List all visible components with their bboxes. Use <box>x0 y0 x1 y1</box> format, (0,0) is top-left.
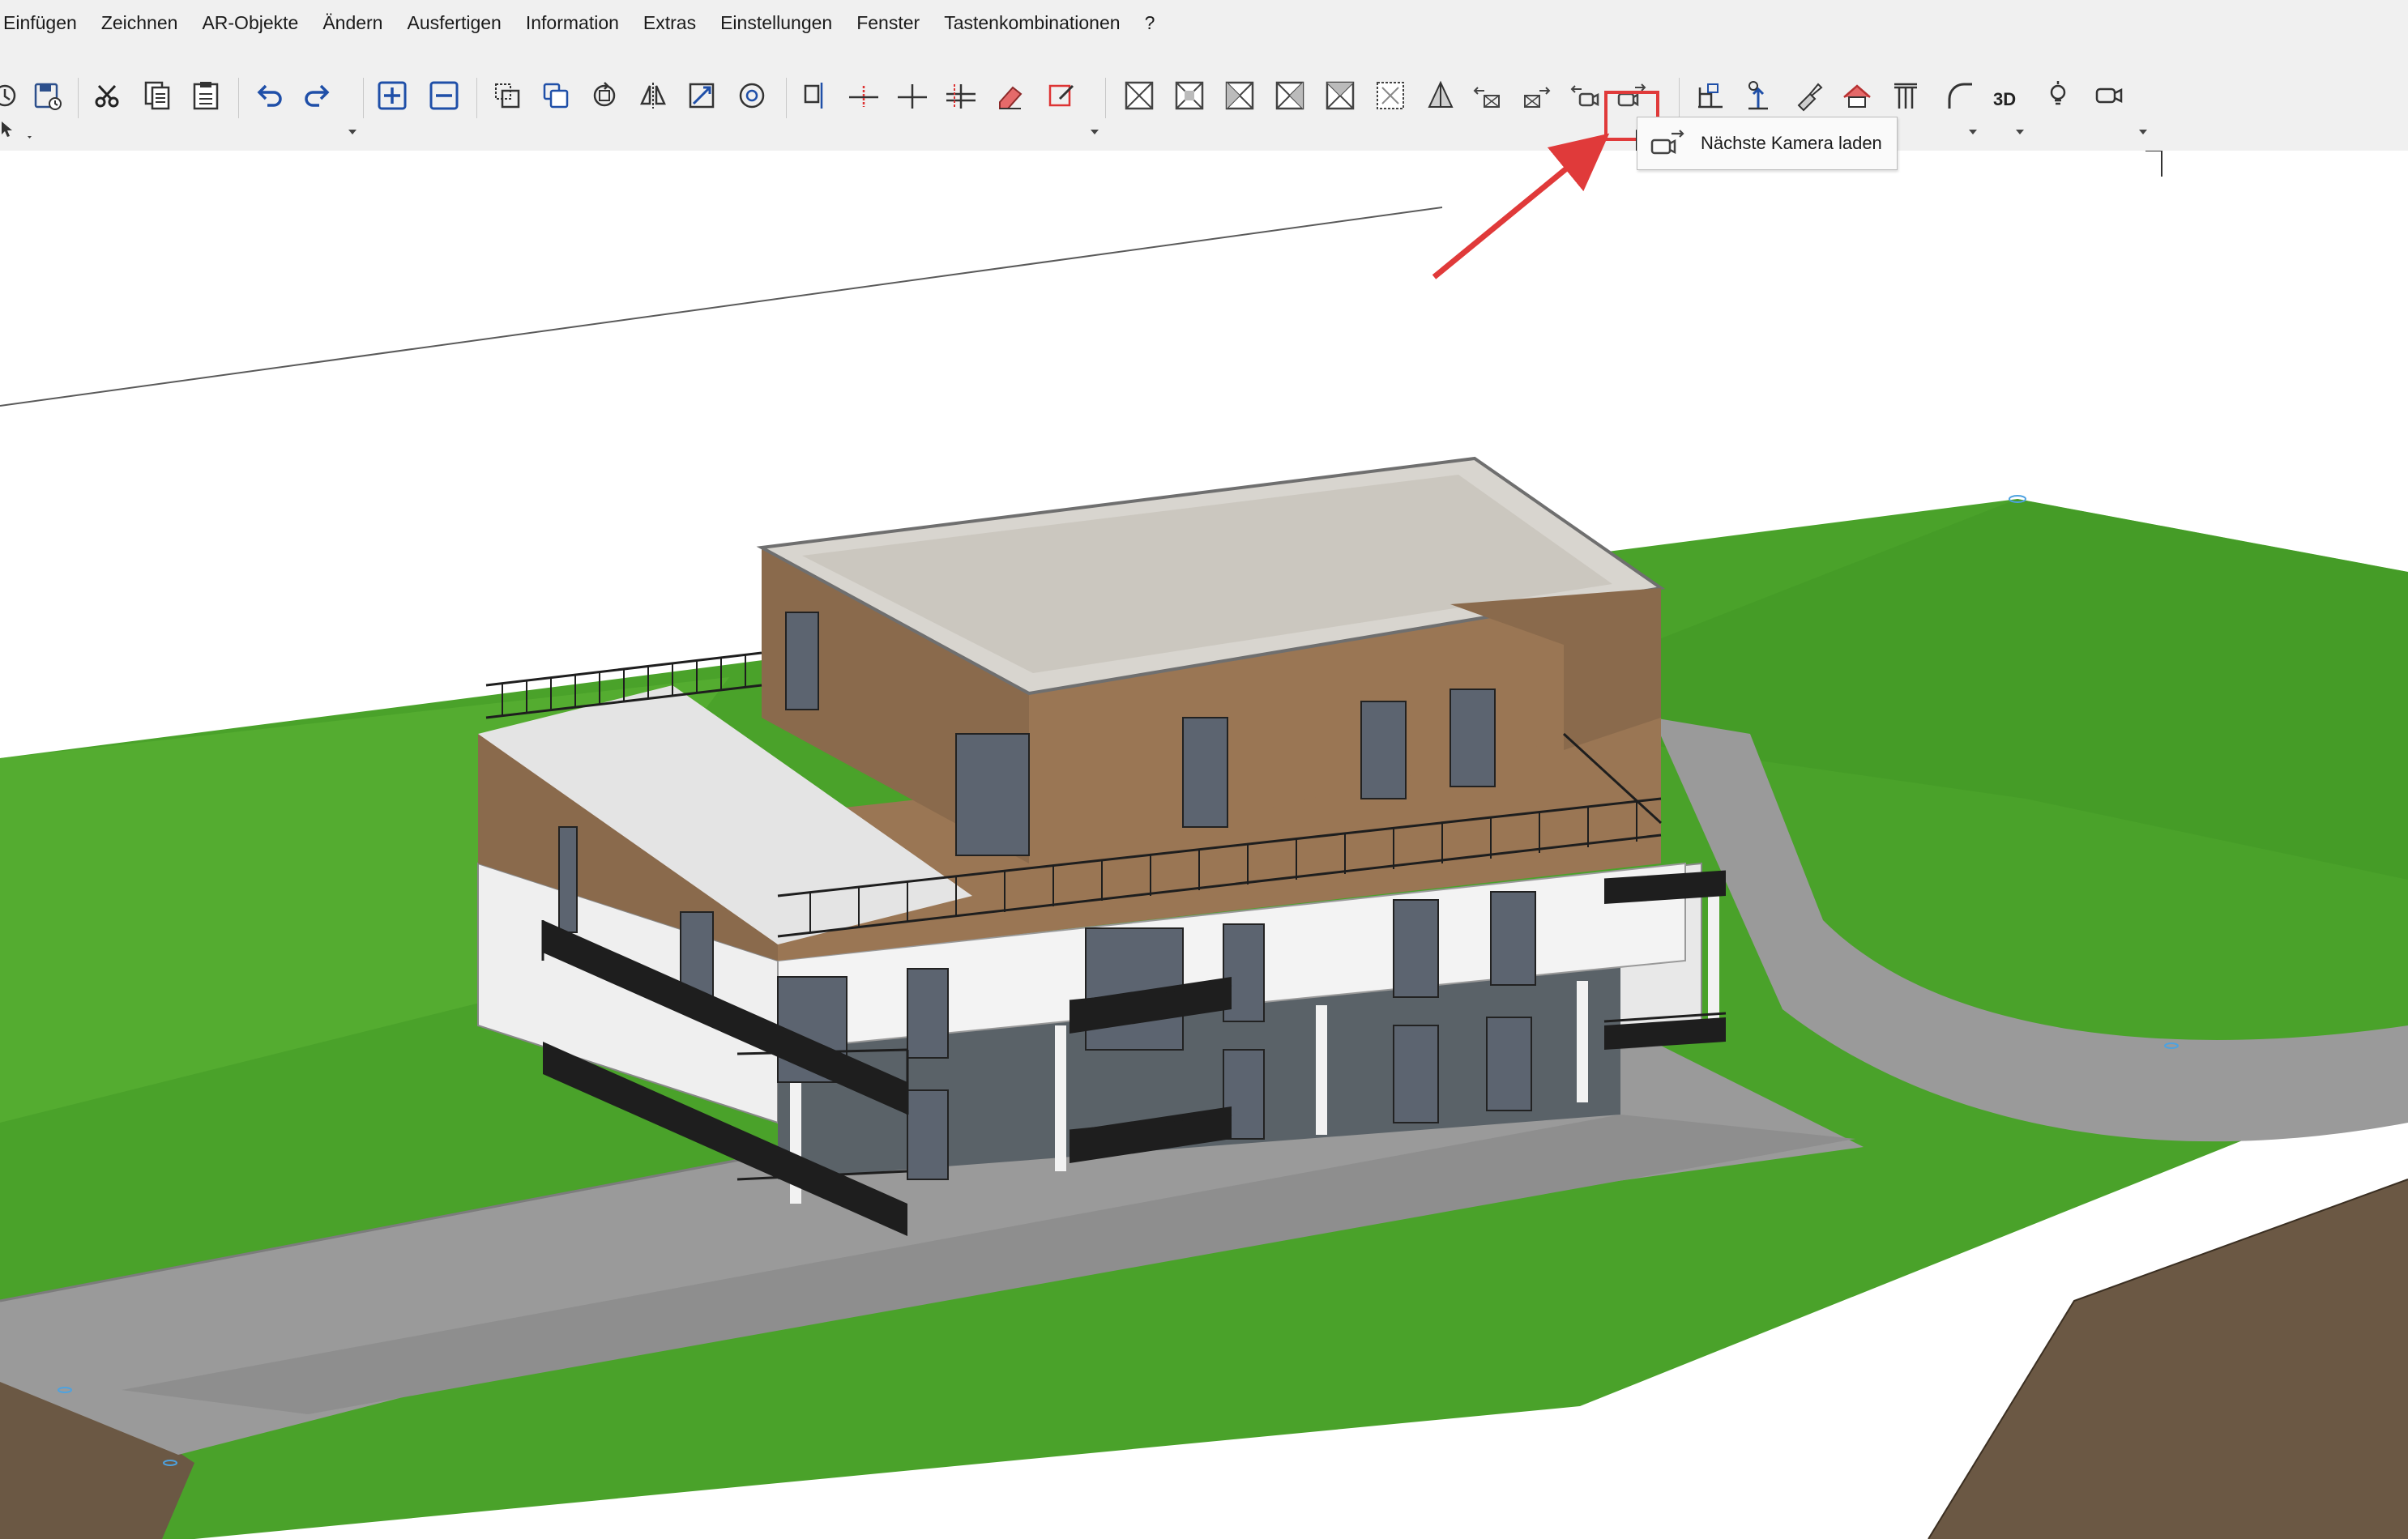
menu-ar-objekte[interactable]: AR-Objekte <box>190 12 310 34</box>
toolbar-separator <box>476 78 477 118</box>
height-icon[interactable] <box>1737 75 1779 117</box>
menu-einstellungen[interactable]: Einstellungen <box>708 12 844 34</box>
copy-elements-icon[interactable] <box>486 75 528 117</box>
toolbar-separator <box>238 78 239 118</box>
arc-icon[interactable] <box>1940 75 1982 117</box>
3d-icon[interactable]: 3D <box>1987 75 2029 117</box>
cut-icon[interactable] <box>86 75 128 117</box>
view-top-icon[interactable] <box>1319 75 1361 117</box>
align-icon[interactable] <box>794 75 836 117</box>
toolbar-separator <box>363 78 364 118</box>
eraser-icon[interactable] <box>988 75 1031 117</box>
toolbar-separator <box>1679 78 1680 118</box>
copy-icon[interactable] <box>136 75 178 117</box>
divide-icon[interactable] <box>940 75 982 117</box>
viewport-3d[interactable] <box>0 133 2408 1539</box>
mirror-icon[interactable] <box>632 75 674 117</box>
camera-next-icon <box>1650 130 1684 155</box>
3d-dropdown-icon[interactable] <box>2016 130 2024 134</box>
menu-information[interactable]: Information <box>514 12 631 34</box>
tooltip: Nächste Kamera laden <box>1637 117 1898 170</box>
menu-einfuegen[interactable]: Einfügen <box>0 12 89 34</box>
select-cursor-icon[interactable] <box>0 115 41 147</box>
video-dropdown-icon[interactable] <box>2139 130 2147 134</box>
save-icon[interactable] <box>26 75 68 117</box>
paste-icon[interactable] <box>185 75 227 117</box>
redo-icon[interactable] <box>297 75 339 117</box>
arc-dropdown-icon[interactable] <box>1969 130 1977 134</box>
menu-ausfertigen[interactable]: Ausfertigen <box>395 12 513 34</box>
toolbar-separator <box>1105 78 1106 118</box>
undo-icon[interactable] <box>248 75 290 117</box>
toolbar-separator <box>78 78 79 118</box>
elevation-icon[interactable] <box>1689 75 1731 117</box>
menu-bar: Einfügen Zeichnen AR-Objekte Ändern Ausf… <box>0 0 2408 45</box>
rotate-icon[interactable] <box>583 75 625 117</box>
distort-icon[interactable] <box>731 75 773 117</box>
history-icon[interactable] <box>0 75 26 117</box>
view-bottom-icon[interactable] <box>1369 75 1411 117</box>
menu-tastenkombinationen[interactable]: Tastenkombinationen <box>932 12 1132 34</box>
brush-icon[interactable] <box>1787 75 1829 117</box>
trim-icon[interactable] <box>891 75 933 117</box>
svg-text:3D: 3D <box>1993 89 2016 109</box>
view-right-icon[interactable] <box>1269 75 1311 117</box>
house-roof-icon[interactable] <box>1836 75 1878 117</box>
redo-dropdown-icon[interactable] <box>348 130 357 134</box>
toolbar: 3D ung ▼ <box>0 45 2408 183</box>
tooltip-text: Nächste Kamera laden <box>1701 133 1882 153</box>
view-front-icon[interactable] <box>1118 75 1160 117</box>
annotation-arrow-icon <box>1432 133 1610 279</box>
menu-zeichnen[interactable]: Zeichnen <box>89 12 190 34</box>
menu-help[interactable]: ? <box>1133 12 1168 34</box>
menu-extras[interactable]: Extras <box>631 12 708 34</box>
menu-fenster[interactable]: Fenster <box>844 12 932 34</box>
add-icon[interactable] <box>371 75 413 117</box>
building-model <box>0 151 2408 1539</box>
modify-dropdown-icon[interactable] <box>1091 130 1099 134</box>
split-line-icon[interactable] <box>843 75 885 117</box>
scale-icon[interactable] <box>681 75 723 117</box>
video-camera-icon[interactable] <box>2089 75 2131 117</box>
modify-points-icon[interactable] <box>1040 75 1082 117</box>
move-elements-icon[interactable] <box>535 75 577 117</box>
light-icon[interactable] <box>2037 75 2079 117</box>
view-left-icon[interactable] <box>1219 75 1261 117</box>
toolbar-separator <box>786 78 787 118</box>
subtract-icon[interactable] <box>423 75 465 117</box>
column-icon[interactable] <box>1885 75 1927 117</box>
menu-aendern[interactable]: Ändern <box>310 12 395 34</box>
view-back-icon[interactable] <box>1168 75 1210 117</box>
